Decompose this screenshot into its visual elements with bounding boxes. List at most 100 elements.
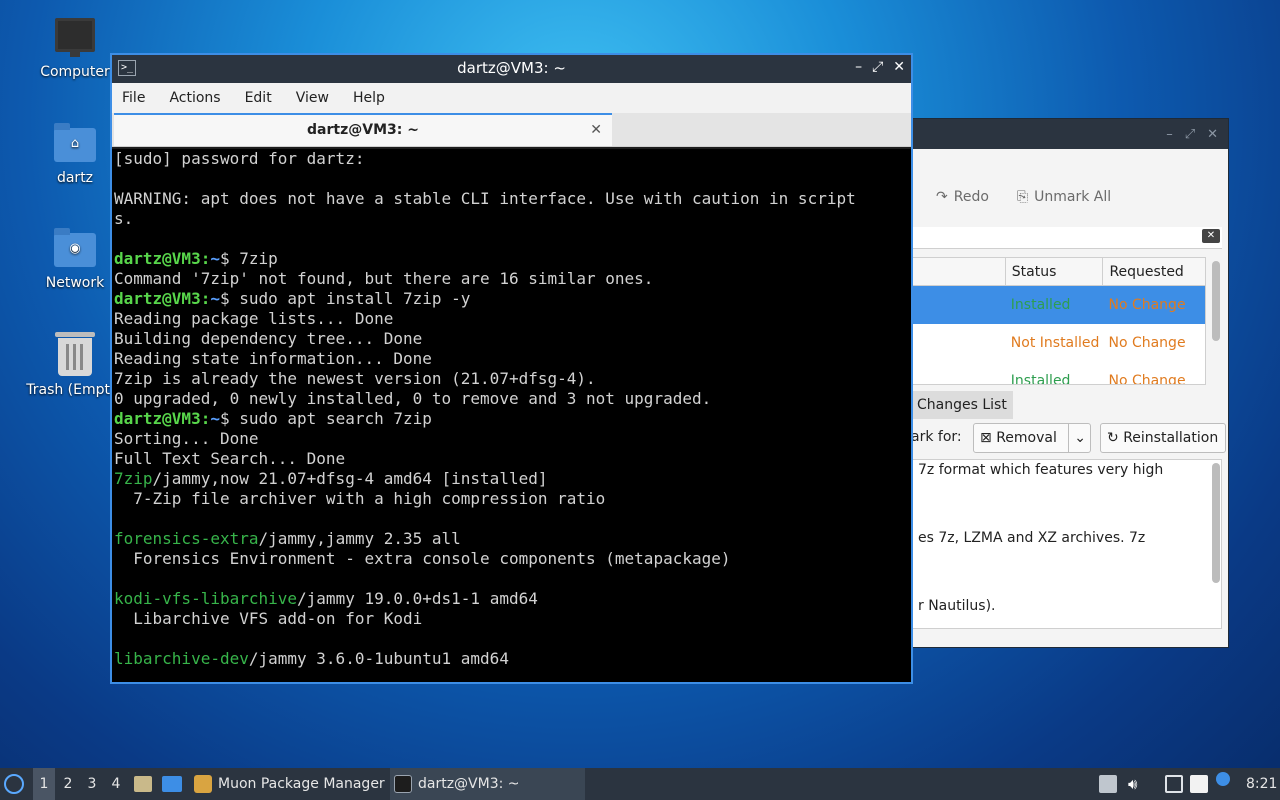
output-text: Forensics Environment - extra console co… xyxy=(114,549,731,568)
prompt-user: dartz@VM3 xyxy=(114,289,201,308)
terminal-line xyxy=(114,569,911,589)
terminal-line xyxy=(114,169,911,189)
muon-titlebar[interactable]: – ⤢ ✕ xyxy=(881,119,1228,149)
terminal-line: Full Text Search... Done xyxy=(114,449,911,469)
tab-label: dartz@VM3: ~ xyxy=(307,122,419,138)
package-name: forensics-extra xyxy=(114,529,259,548)
terminal-line: forensics-extra/jammy,jammy 2.35 all xyxy=(114,529,911,549)
close-icon[interactable]: ✕ xyxy=(1207,127,1218,142)
table-row[interactable]: Installed No Change xyxy=(912,362,1205,385)
requested-cell: No Change xyxy=(1108,297,1186,313)
workspace-2[interactable]: 2 xyxy=(57,768,79,800)
package-name: libarchive-dev xyxy=(114,649,249,668)
clipboard-icon[interactable] xyxy=(1190,775,1208,793)
tab-bar: dartz@VM3: ~ ✕ xyxy=(112,113,911,147)
description-line: es 7z, LZMA and XZ archives. 7z xyxy=(918,530,1146,546)
menu-edit[interactable]: Edit xyxy=(245,90,272,106)
terminal-line: 7-Zip file archiver with a high compress… xyxy=(114,489,911,509)
package-info: /jammy 19.0.0+ds1-1 amd64 xyxy=(297,589,538,608)
home-folder-icon: ⌂ xyxy=(54,123,96,162)
muon-toolbar: ↷ Redo ⎘ Unmark All xyxy=(936,189,1111,205)
task-terminal[interactable]: dartz@VM3: ~ xyxy=(390,768,585,800)
reinstall-icon: ↻ xyxy=(1107,430,1119,446)
removal-button[interactable]: ⊠ Removal ⌄ xyxy=(973,423,1091,453)
column-header-requested[interactable]: Requested xyxy=(1102,258,1205,285)
package-table[interactable]: Status Requested Installed No Change Not… xyxy=(911,257,1206,385)
command-text: $ sudo apt search 7zip xyxy=(219,409,432,428)
redo-button[interactable]: ↷ Redo xyxy=(936,189,989,205)
muon-icon xyxy=(194,775,212,793)
package-info: /jammy 3.6.0-1ubuntu1 amd64 xyxy=(248,649,509,668)
chevron-down-icon[interactable]: ⌄ xyxy=(1068,424,1086,452)
terminal-line: Reading state information... Done xyxy=(114,349,911,369)
terminal-line: Command '7zip' not found, but there are … xyxy=(114,269,911,289)
task-muon[interactable]: Muon Package Manager xyxy=(190,768,386,800)
menu-help[interactable]: Help xyxy=(353,90,385,106)
file-manager-launcher[interactable] xyxy=(134,768,154,800)
terminal-window[interactable]: >_ dartz@VM3: ~ – ⤢ ✕ File Actions Edit … xyxy=(110,53,913,684)
clear-search-icon[interactable]: ✕ xyxy=(1202,229,1220,243)
unmark-all-button[interactable]: ⎘ Unmark All xyxy=(1017,189,1111,205)
column-header-status[interactable]: Status xyxy=(1004,258,1103,285)
menu-actions[interactable]: Actions xyxy=(169,90,220,106)
maximize-icon[interactable]: ⤢ xyxy=(872,59,883,75)
muon-window[interactable]: – ⤢ ✕ ↷ Redo ⎘ Unmark All ✕ Status Request… xyxy=(880,118,1229,648)
table-scrollbar[interactable] xyxy=(1212,261,1220,341)
terminal-output[interactable]: [sudo] password for dartz: WARNING: apt … xyxy=(112,149,911,682)
show-desktop-launcher[interactable] xyxy=(162,768,184,800)
package-name: kodi-vfs-libarchive xyxy=(114,589,298,608)
clock[interactable]: 8:21 xyxy=(1246,768,1277,800)
terminal-line: Sorting... Done xyxy=(114,429,911,449)
package-info: /jammy,now 21.07+dfsg-4 amd64 [installed… xyxy=(152,469,548,488)
output-text: Sorting... Done xyxy=(114,429,259,448)
network-icon[interactable] xyxy=(1165,775,1183,793)
menu-view[interactable]: View xyxy=(296,90,329,106)
prompt-user: dartz@VM3 xyxy=(114,249,201,268)
tab-terminal[interactable]: dartz@VM3: ~ ✕ xyxy=(114,113,612,146)
tab-changes-list[interactable]: Changes List xyxy=(911,391,1013,419)
volume-icon[interactable]: 🔊︎ xyxy=(1128,775,1146,793)
requested-cell: No Change xyxy=(1108,335,1186,351)
description-scrollbar[interactable] xyxy=(1212,463,1220,583)
workspace-1[interactable]: 1 xyxy=(33,768,55,800)
menu-file[interactable]: File xyxy=(122,90,145,106)
terminal-line: dartz@VM3:~$ 7zip xyxy=(114,249,278,268)
details-tabs: Changes List xyxy=(911,391,1013,419)
maximize-icon[interactable]: ⤢ xyxy=(1185,127,1195,142)
terminal-line: dartz@VM3:~$ sudo apt install 7zip -y xyxy=(114,289,471,308)
update-notifier-icon[interactable] xyxy=(1099,775,1117,793)
output-text: Building dependency tree... Done xyxy=(114,329,423,348)
workspace-3[interactable]: 3 xyxy=(81,768,103,800)
minimize-icon[interactable]: – xyxy=(855,59,862,75)
terminal-line: Reading package lists... Done xyxy=(114,309,911,329)
mark-for-row: ark for: ⊠ Removal ⌄ ↻ Reinstallation xyxy=(911,423,1228,455)
command-text: $ 7zip xyxy=(219,249,278,268)
output-text: [sudo] password for dartz: xyxy=(114,149,365,168)
description-line: r Nautilus). xyxy=(918,598,996,614)
output-text: WARNING: apt does not have a stable CLI … xyxy=(114,189,856,208)
requested-cell: No Change xyxy=(1108,373,1186,385)
minimize-icon[interactable]: – xyxy=(1166,127,1173,142)
terminal-titlebar[interactable]: >_ dartz@VM3: ~ – ⤢ ✕ xyxy=(112,55,911,83)
close-icon[interactable]: ✕ xyxy=(893,59,905,75)
start-menu-button[interactable] xyxy=(4,768,28,800)
terminal-line: 7zip is already the newest version (21.0… xyxy=(114,369,911,389)
table-row[interactable]: Installed No Change xyxy=(912,286,1205,324)
terminal-icon xyxy=(394,775,412,793)
menu-bar: File Actions Edit View Help xyxy=(112,83,911,113)
unmark-icon: ⎘ xyxy=(1016,189,1029,205)
column-header-name[interactable] xyxy=(912,258,1005,285)
close-tab-icon[interactable]: ✕ xyxy=(590,115,602,145)
output-text: 0 upgraded, 0 newly installed, 0 to remo… xyxy=(114,389,712,408)
terminal-line: [sudo] password for dartz: xyxy=(114,149,911,169)
search-input[interactable]: ✕ xyxy=(911,227,1222,249)
file-manager-icon xyxy=(134,776,152,792)
workspace-4[interactable]: 4 xyxy=(105,768,127,800)
lubuntu-logo-icon xyxy=(4,774,24,794)
terminal-line: kodi-vfs-libarchive/jammy 19.0.0+ds1-1 a… xyxy=(114,589,911,609)
notification-icon[interactable] xyxy=(1216,772,1230,786)
terminal-line: WARNING: apt does not have a stable CLI … xyxy=(114,189,911,209)
terminal-line xyxy=(114,229,911,249)
reinstallation-button[interactable]: ↻ Reinstallation xyxy=(1100,423,1226,453)
table-row[interactable]: Not Installed No Change xyxy=(912,324,1205,362)
